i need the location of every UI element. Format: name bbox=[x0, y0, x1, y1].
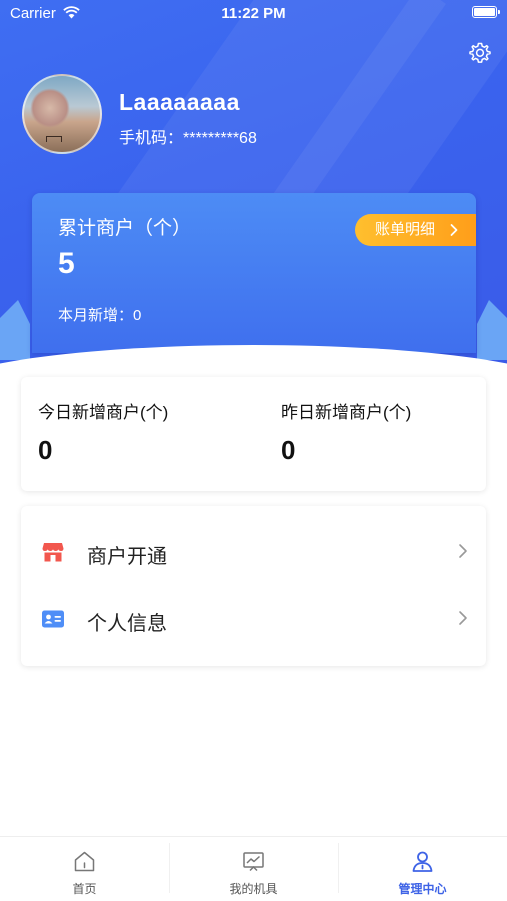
today-new-label: 今日新增商户(个) bbox=[38, 403, 169, 422]
home-icon bbox=[72, 849, 97, 874]
bill-details-label: 账单明细 bbox=[375, 221, 436, 238]
status-bar: Carrier 11:22 PM bbox=[0, 0, 507, 28]
menu-item-label: 个人信息 bbox=[87, 613, 167, 635]
summary-value: 5 bbox=[58, 247, 75, 280]
daily-stats-card: 今日新增商户(个) 0 昨日新增商户(个) 0 bbox=[21, 377, 486, 491]
tab-my-devices[interactable]: 我的机具 bbox=[169, 837, 338, 901]
tab-home[interactable]: 首页 bbox=[0, 837, 169, 901]
phone-number: 手机码：*********68 bbox=[119, 130, 257, 147]
decor-right bbox=[477, 300, 507, 360]
menu-item-label: 商户开通 bbox=[87, 546, 167, 568]
avatar[interactable] bbox=[22, 74, 102, 154]
menu-card: 商户开通 个人信息 bbox=[21, 506, 486, 666]
tab-management-center[interactable]: 管理中心 bbox=[338, 837, 507, 901]
chevron-right-icon bbox=[458, 543, 468, 559]
clock: 11:22 PM bbox=[221, 5, 286, 22]
today-new-value: 0 bbox=[38, 435, 53, 465]
tab-bar: 首页 我的机具 管理中心 bbox=[0, 836, 507, 901]
id-card-icon bbox=[41, 607, 65, 631]
settings-gear-icon[interactable] bbox=[468, 41, 492, 65]
menu-item-personal-info[interactable]: 个人信息 bbox=[21, 586, 486, 652]
merchant-summary-card: 累计商户（个） 5 本月新增：0 账单明细 bbox=[32, 193, 476, 353]
user-name: Laaaaaaaa bbox=[119, 89, 240, 115]
yesterday-new-value: 0 bbox=[281, 435, 296, 465]
summary-month-new: 本月新增：0 bbox=[58, 307, 142, 324]
decor-left bbox=[0, 300, 30, 360]
header-background: 累计商户（个） 5 本月新增：0 账单明细 bbox=[0, 0, 507, 365]
summary-title: 累计商户（个） bbox=[58, 218, 192, 239]
tab-label: 首页 bbox=[72, 882, 97, 896]
bill-details-button[interactable]: 账单明细 bbox=[355, 214, 476, 246]
battery-icon bbox=[472, 6, 500, 18]
tab-label: 我的机具 bbox=[229, 882, 278, 896]
store-icon bbox=[41, 540, 65, 564]
chart-icon bbox=[241, 849, 266, 874]
yesterday-new-label: 昨日新增商户(个) bbox=[281, 403, 412, 422]
tab-label: 管理中心 bbox=[398, 882, 447, 896]
chevron-right-icon bbox=[458, 610, 468, 626]
user-icon bbox=[410, 849, 435, 874]
chevron-right-icon bbox=[450, 214, 458, 258]
menu-item-merchant-open[interactable]: 商户开通 bbox=[21, 519, 486, 585]
